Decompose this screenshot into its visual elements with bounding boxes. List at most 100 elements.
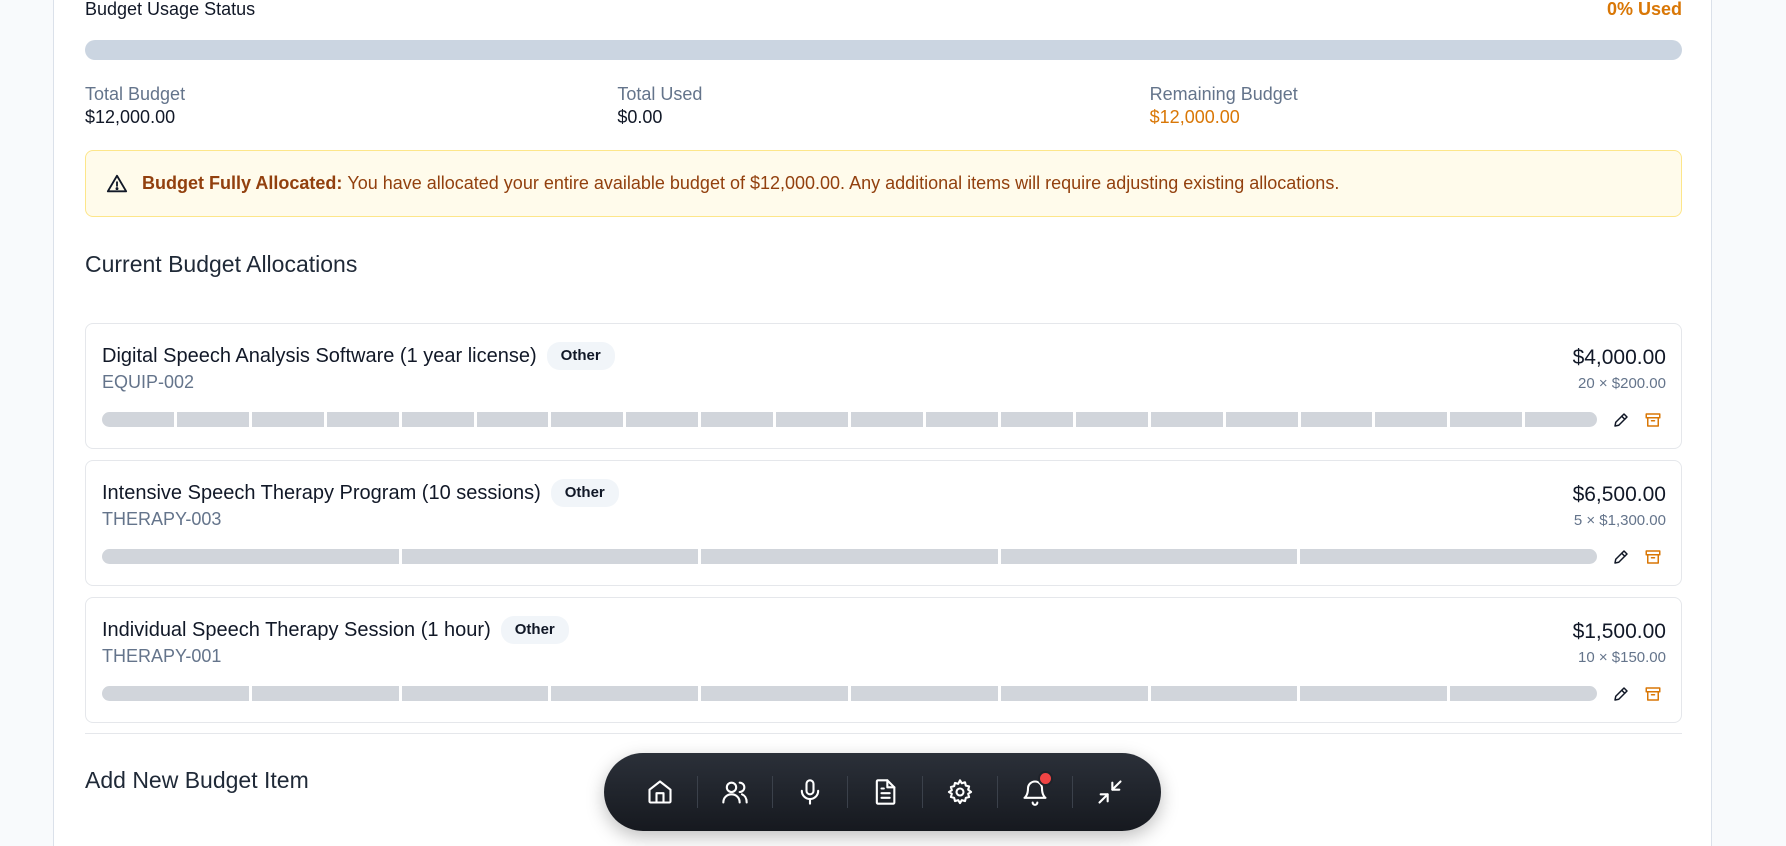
quantity-segment (776, 412, 849, 427)
edit-icon[interactable] (1612, 411, 1630, 429)
archive-icon[interactable] (1644, 548, 1662, 566)
budget-usage-progress-bar (85, 40, 1682, 60)
allocation-code: THERAPY-003 (102, 509, 222, 529)
document-icon (875, 779, 895, 805)
allocation-code: EQUIP-002 (102, 372, 195, 392)
total-budget-label: Total Budget (85, 84, 186, 104)
quantity-segment (176, 412, 249, 427)
quantity-segment (1000, 412, 1073, 427)
allocation-name: Digital Speech Analysis Software (1 year… (102, 344, 537, 367)
quantity-segment (1450, 686, 1597, 701)
quantity-segment (701, 412, 774, 427)
quantity-segment (102, 549, 399, 564)
allocation-detail: 5 × $1,300.00 (1573, 512, 1666, 529)
quantity-segment (1375, 412, 1448, 427)
quantity-segment (701, 549, 998, 564)
quantity-segment (1075, 412, 1148, 427)
quantity-segment (925, 412, 998, 427)
total-used-label: Total Used (617, 84, 703, 104)
remaining-budget-stat: Remaining Budget $12,000.00 (1150, 83, 1682, 130)
allocation-code: THERAPY-001 (102, 646, 222, 666)
total-used-stat: Total Used $0.00 (617, 83, 1149, 130)
quantity-segment (401, 549, 699, 564)
allocation-name-row: Individual Speech Therapy Session (1 hou… (102, 616, 569, 644)
total-budget-value: $12,000.00 (85, 107, 176, 127)
quantity-segment (476, 412, 549, 427)
budget-stats: Total Budget $12,000.00 Total Used $0.00… (85, 83, 1682, 130)
quantity-segment (1300, 412, 1373, 427)
allocation-quantity-bar (102, 549, 1597, 564)
allocation-name: Individual Speech Therapy Session (1 hou… (102, 618, 491, 641)
quantity-segment (1150, 686, 1298, 701)
edit-icon[interactable] (1612, 548, 1630, 566)
quantity-segment (851, 412, 923, 427)
remaining-budget-label: Remaining Budget (1149, 84, 1298, 104)
dock-microphone-button[interactable] (772, 753, 847, 831)
quantity-segment (1300, 686, 1448, 701)
floating-dock (604, 753, 1161, 831)
quantity-segment (1000, 686, 1148, 701)
budget-allocated-alert: Budget Fully Allocated: You have allocat… (85, 150, 1682, 217)
users-icon (721, 781, 748, 804)
edit-icon[interactable] (1612, 685, 1630, 703)
notification-dot (1038, 771, 1053, 786)
allocation-name-row: Digital Speech Analysis Software (1 year… (102, 342, 615, 370)
home-icon (647, 780, 672, 804)
allocation-name-row: Intensive Speech Therapy Program (10 ses… (102, 479, 619, 507)
allocation-amount: $1,500.00 (1572, 620, 1666, 643)
allocation-amount: $6,500.00 (1572, 483, 1666, 506)
alert-title: Budget Fully Allocated: (142, 173, 343, 193)
section-divider (85, 733, 1682, 734)
quantity-segment (626, 412, 699, 427)
quantity-segment (102, 686, 249, 701)
category-badge: Other (550, 479, 619, 507)
budget-status-header: Budget Usage Status 0% Used (85, 0, 1682, 20)
allocation-name: Intensive Speech Therapy Program (10 ses… (102, 481, 541, 504)
remaining-budget-value: $12,000.00 (1149, 107, 1240, 127)
total-used-value: $0.00 (617, 107, 663, 127)
allocation-quantity-bar (102, 412, 1598, 427)
quantity-segment (326, 412, 399, 427)
allocation-detail: 20 × $200.00 (1577, 375, 1666, 392)
dock-minimize-button[interactable] (1072, 753, 1147, 831)
quantity-segment (551, 686, 699, 701)
quantity-segment (1525, 412, 1598, 427)
quantity-segment (251, 686, 399, 701)
allocation-item: Digital Speech Analysis Software (1 year… (85, 323, 1682, 449)
dock-document-button[interactable] (847, 753, 922, 831)
allocation-item: Individual Speech Therapy Session (1 hou… (85, 597, 1682, 723)
allocation-amount: $4,000.00 (1572, 346, 1666, 369)
allocation-quantity-bar (102, 686, 1597, 701)
dock-home-button[interactable] (622, 753, 697, 831)
quantity-segment (850, 686, 998, 701)
allocation-item: Intensive Speech Therapy Program (10 ses… (85, 460, 1682, 586)
quantity-segment (401, 686, 549, 701)
dock-settings-button[interactable] (922, 753, 997, 831)
warning-icon (106, 174, 128, 192)
total-budget-stat: Total Budget $12,000.00 (85, 83, 617, 130)
dock-notifications-button[interactable] (997, 753, 1072, 831)
quantity-segment (1300, 549, 1597, 564)
settings-icon (947, 779, 972, 805)
archive-icon[interactable] (1644, 411, 1662, 429)
quantity-segment (251, 412, 324, 427)
archive-icon[interactable] (1644, 685, 1662, 703)
budget-card: Budget Usage Status 0% Used Total Budget… (53, 0, 1712, 846)
alert-message: You have allocated your entire available… (347, 173, 1340, 193)
minimize-icon (1097, 780, 1122, 804)
microphone-icon (800, 779, 819, 805)
quantity-segment (102, 412, 174, 427)
quantity-segment (701, 686, 848, 701)
quantity-segment (1150, 412, 1223, 427)
quantity-segment (1000, 549, 1298, 564)
allocation-detail: 10 × $150.00 (1577, 649, 1666, 666)
quantity-segment (1450, 412, 1523, 427)
quantity-segment (551, 412, 624, 427)
quantity-segment (1225, 412, 1298, 427)
allocations-section-title: Current Budget Allocations (85, 251, 358, 277)
budget-status-title: Budget Usage Status (85, 0, 256, 19)
budget-used-percent: 0% Used (1606, 0, 1682, 19)
category-badge: Other (546, 342, 615, 370)
quantity-segment (401, 412, 474, 427)
dock-users-button[interactable] (697, 753, 772, 831)
